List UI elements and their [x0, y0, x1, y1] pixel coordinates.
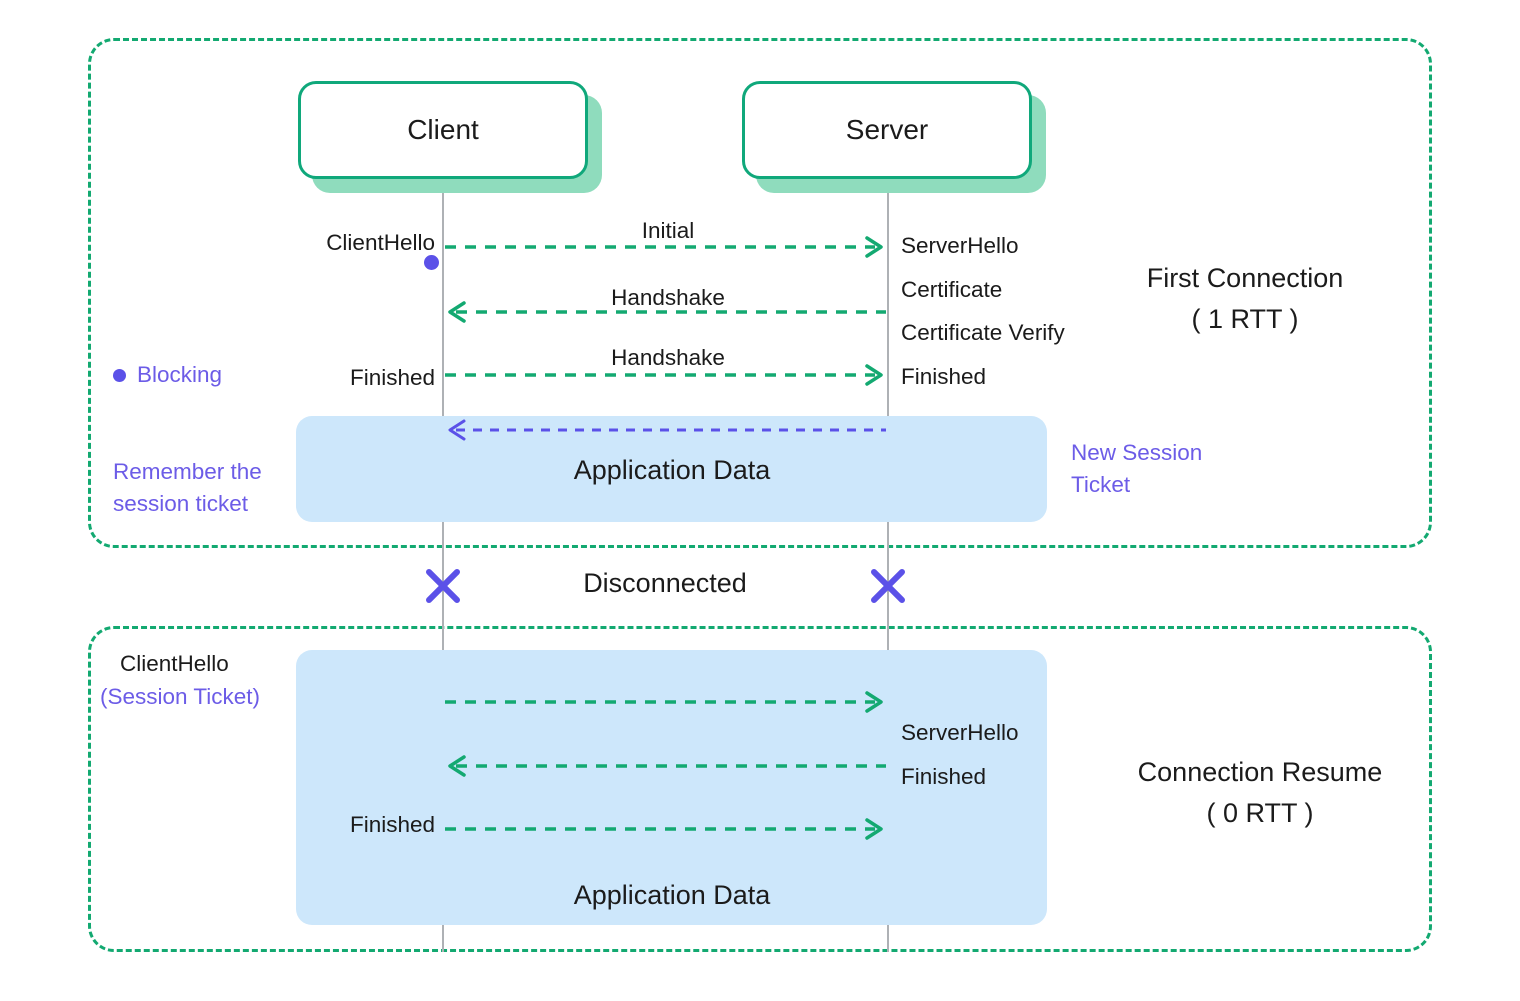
- note-remember-session-ticket-line2: session ticket: [113, 491, 249, 516]
- disconnect-x-icon-server: [869, 567, 907, 610]
- label-arrow-handshake-1: Handshake: [611, 285, 725, 310]
- blocking-dot-icon: [113, 368, 126, 382]
- note-new-session-ticket-line1: New Session: [1071, 440, 1203, 465]
- label-resume-client-hello: ClientHello: [120, 651, 229, 676]
- actor-client-label: Client: [407, 114, 479, 145]
- label-server-hello-first: ServerHello: [901, 233, 1019, 258]
- diagram-canvas: Client Server ClientHello Initial Handsh…: [0, 0, 1520, 1001]
- section-title-connection-resume: Connection Resume ( 0 RTT ): [1085, 752, 1435, 833]
- section-title-resume-line2: ( 0 RTT ): [1206, 797, 1314, 828]
- actor-server-label: Server: [845, 114, 929, 145]
- label-resume-client-finished: Finished: [349, 812, 435, 837]
- label-certificate-verify: Certificate Verify: [901, 320, 1065, 345]
- blocking-marker-icon: [424, 255, 439, 270]
- label-arrow-initial: Initial: [641, 218, 695, 243]
- disconnect-x-icon-client: [424, 567, 462, 610]
- label-application-data-first: Application Data: [573, 455, 771, 485]
- label-arrow-handshake-2: Handshake: [611, 345, 725, 370]
- label-client-hello-first: ClientHello: [326, 230, 435, 255]
- label-server-finished-first: Finished: [901, 364, 987, 389]
- label-resume-server-hello: ServerHello: [901, 720, 1019, 745]
- label-resume-client-hello-note: (Session Ticket): [100, 684, 261, 709]
- section-title-first-connection: First Connection ( 1 RTT ): [1085, 258, 1405, 339]
- legend-blocking-label: Blocking: [137, 362, 223, 387]
- label-resume-server-finished: Finished: [901, 764, 987, 789]
- note-remember-session-ticket-line1: Remember the: [113, 459, 262, 484]
- arrow-resume-server-response: [443, 755, 888, 777]
- arrow-new-session-ticket: [443, 419, 888, 441]
- section-title-resume-line1: Connection Resume: [1137, 757, 1383, 787]
- arrow-resume-client-hello: [443, 691, 888, 713]
- section-title-first-line1: First Connection: [1146, 263, 1344, 293]
- label-application-data-resume: Application Data: [573, 880, 771, 910]
- arrow-resume-finished: [443, 818, 888, 840]
- note-new-session-ticket-line2: Ticket: [1071, 472, 1131, 497]
- label-certificate: Certificate: [901, 277, 1003, 302]
- legend-blocking: Blocking: [113, 362, 222, 388]
- actor-server: Server: [742, 81, 1032, 179]
- label-disconnected: Disconnected: [583, 568, 747, 598]
- section-title-first-line2: ( 1 RTT ): [1191, 303, 1299, 334]
- actor-client: Client: [298, 81, 588, 179]
